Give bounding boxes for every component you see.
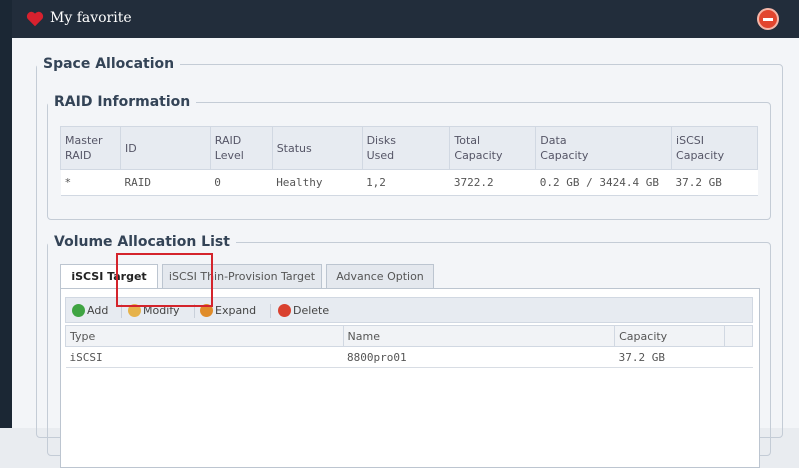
volume-header-row: Type Name Capacity: [65, 325, 753, 347]
column-header: Master RAID: [60, 126, 121, 170]
table-cell: RAID: [120, 169, 211, 196]
column-header: Data Capacity: [535, 126, 673, 170]
main-content: Space Allocation RAID Information Master…: [12, 38, 799, 468]
volume-panel: Add Modify Expand Delete Type Name Capac…: [60, 288, 760, 468]
column-header: ID: [119, 126, 211, 170]
column-header: Disks Used: [361, 126, 451, 170]
window-title: My favorite: [50, 10, 132, 26]
table-cell: iSCSI: [65, 346, 344, 368]
column-header[interactable]: Name: [342, 325, 616, 347]
space-allocation-group: Space Allocation RAID Information Master…: [36, 56, 783, 468]
raid-table: Master RAID ID RAID Level Status Disks Used…: [60, 126, 758, 196]
expand-label: Expand: [215, 304, 257, 317]
toolbar-divider: [270, 304, 271, 318]
table-cell: 3722.2: [449, 169, 536, 196]
table-cell: Healthy: [272, 169, 363, 196]
table-cell: 37.2 GB: [614, 346, 725, 368]
raid-header-row: Master RAID ID RAID Level Status Disks Used…: [60, 126, 758, 170]
volume-allocation-legend: Volume Allocation List: [54, 234, 230, 250]
column-header[interactable]: Capacity: [614, 325, 726, 347]
table-cell: 37.2 GB: [671, 169, 758, 196]
add-button[interactable]: Add: [72, 302, 116, 320]
column-header-spacer: [724, 325, 753, 347]
table-cell: *: [60, 169, 121, 196]
close-icon[interactable]: [757, 8, 779, 30]
table-row[interactable]: * RAID 0 Healthy 1,2 3722.2 0.2 GB / 342…: [60, 169, 758, 196]
window-titlebar: My favorite: [12, 0, 799, 38]
delete-label: Delete: [293, 304, 330, 317]
table-row[interactable]: iSCSI 8800pro01 37.2 GB: [65, 346, 753, 368]
column-header: RAID Level: [209, 126, 273, 170]
table-cell: 0: [210, 169, 273, 196]
column-header: Status: [271, 126, 363, 170]
left-edge-bar: [0, 0, 12, 428]
raid-information-legend: RAID Information: [54, 94, 191, 110]
volume-table: Type Name Capacity iSCSI 8800pro01 37.2 …: [65, 325, 753, 368]
space-allocation-legend: Space Allocation: [43, 56, 175, 72]
column-header[interactable]: Type: [65, 325, 344, 347]
delete-button[interactable]: Delete: [278, 302, 340, 320]
add-label: Add: [87, 304, 109, 317]
tab-advance-option[interactable]: Advance Option: [326, 264, 434, 288]
table-cell: [724, 346, 753, 368]
heart-icon: [26, 11, 44, 27]
table-cell: 8800pro01: [343, 346, 615, 368]
column-header: Total Capacity: [449, 126, 537, 170]
table-cell: 0.2 GB / 3424.4 GB: [535, 169, 672, 196]
modify-highlight-box: [116, 253, 213, 307]
column-header: iSCSI Capacity: [671, 126, 758, 170]
delete-icon: [278, 304, 291, 317]
table-cell: 1,2: [362, 169, 450, 196]
add-icon: [72, 304, 85, 317]
raid-information-group: RAID Information Master RAID ID RAID Level…: [47, 94, 771, 220]
